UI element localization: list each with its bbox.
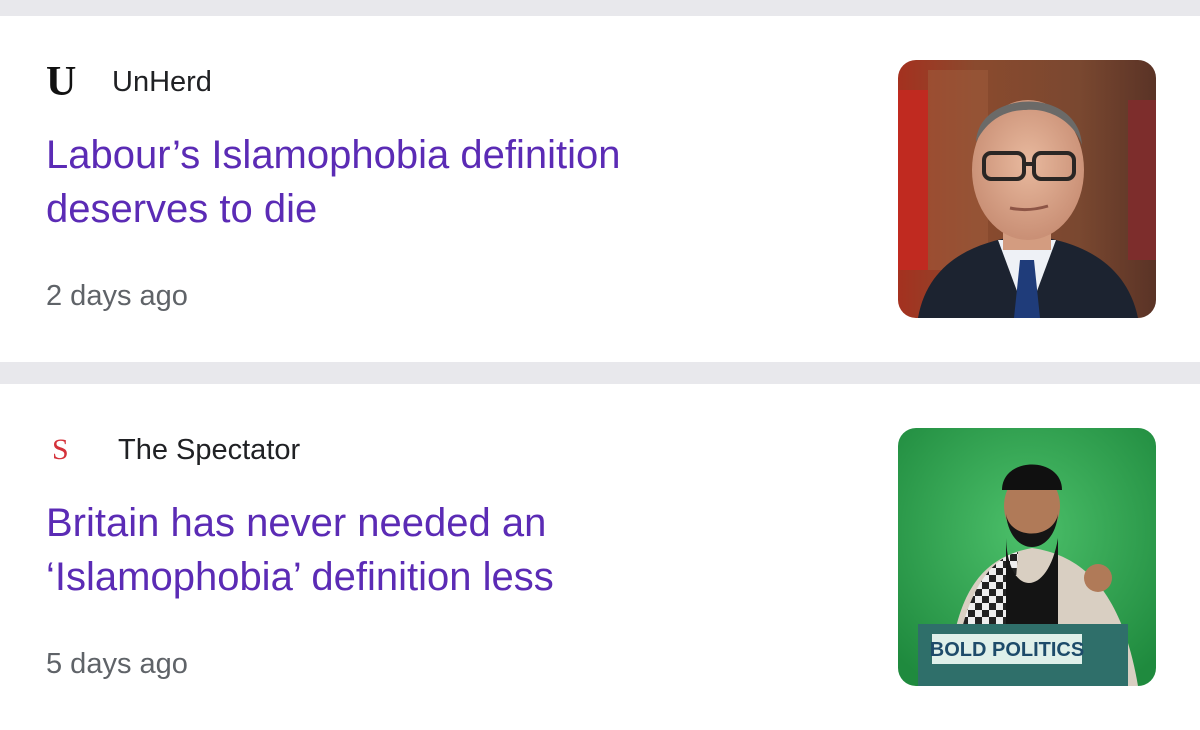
podium-sign-text: BOLD POLITICS: [930, 639, 1084, 661]
article-timestamp: 5 days ago: [46, 648, 188, 680]
source-row: S The Spectator: [46, 430, 300, 470]
source-name: The Spectator: [118, 433, 301, 466]
article-headline[interactable]: Britain has never needed an ‘Islamophobi…: [46, 496, 806, 604]
article-thumbnail[interactable]: BOLD POLITICS: [898, 428, 1156, 686]
speaker-at-podium-image: BOLD POLITICS: [898, 428, 1156, 686]
source-name: UnHerd: [112, 65, 212, 98]
headline-line: deserves to die: [46, 187, 318, 231]
article-timestamp: 2 days ago: [46, 280, 188, 312]
spectator-logo-icon: S: [52, 433, 69, 466]
headline-line: Britain has never needed an: [46, 501, 547, 545]
politician-portrait-image: [898, 60, 1156, 318]
unherd-logo-icon: U: [46, 59, 77, 105]
news-feed: U UnHerd Labour’s Islamophobia definitio…: [0, 0, 1200, 730]
headline-line: Labour’s Islamophobia definition: [46, 133, 621, 177]
article-thumbnail[interactable]: [898, 60, 1156, 318]
source-row: U UnHerd: [46, 59, 212, 105]
headline-line: ‘Islamophobia’ definition less: [46, 555, 554, 599]
article-headline[interactable]: Labour’s Islamophobia definition deserve…: [46, 128, 806, 236]
